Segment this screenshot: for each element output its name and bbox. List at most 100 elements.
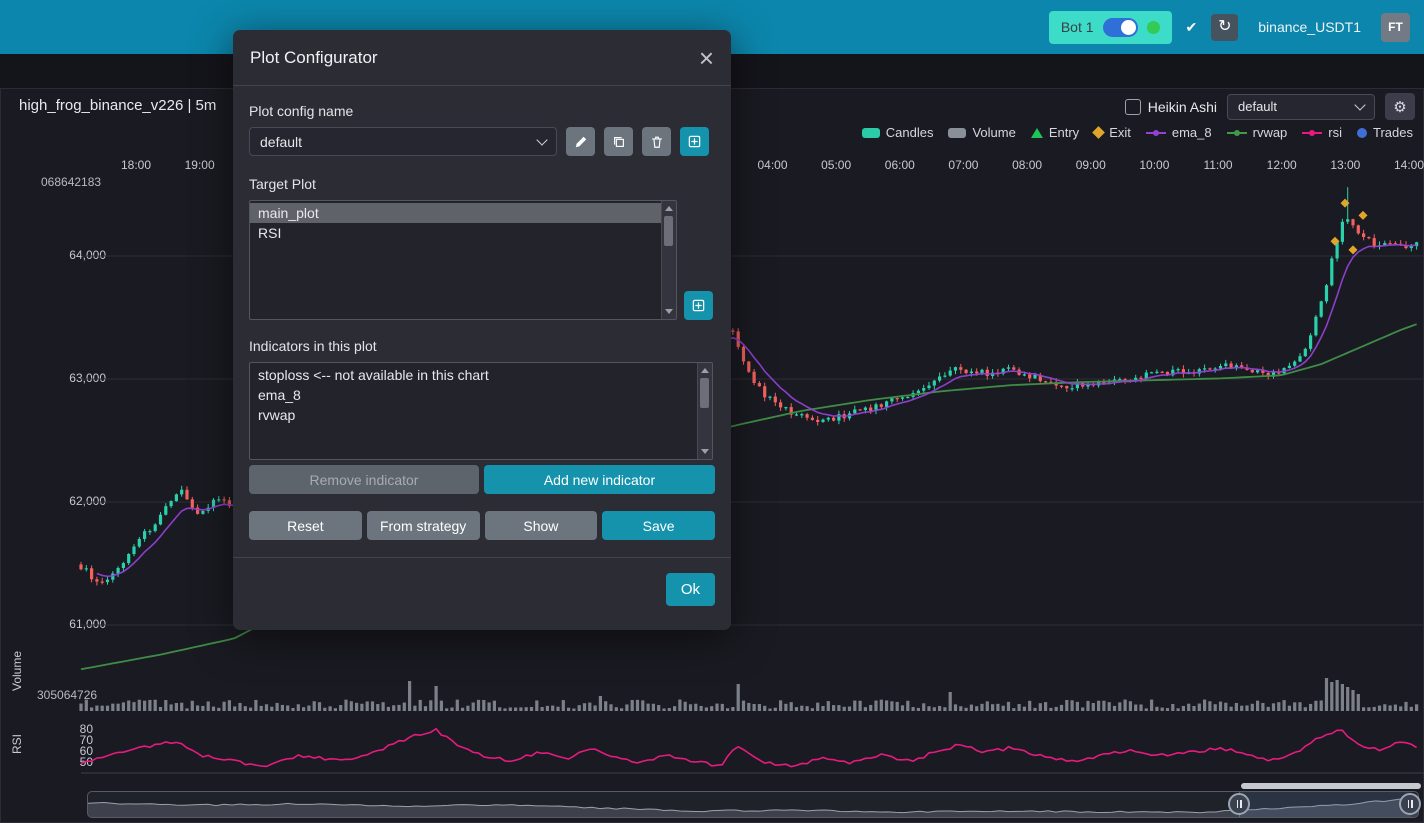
scroll-down-icon[interactable] [665,309,673,314]
plot-config-select-value: default [1238,99,1277,114]
gear-icon: ⚙ [1393,99,1406,116]
add-plot-button[interactable] [684,291,713,320]
chart-legend: Candles Volume Entry Exit ema_8 rvwap rsi Trade… [862,125,1413,140]
chart-controls: Heikin Ashi default ⚙ [1125,93,1415,120]
scroll-thumb[interactable] [664,216,673,246]
modal-header: Plot Configurator × [233,30,731,86]
heikin-ashi-control: Heikin Ashi [1125,99,1217,115]
duplicate-config-button[interactable] [604,127,633,156]
legend-label: Candles [886,125,934,140]
dot-marker-icon [1357,128,1367,138]
indicator-item[interactable]: ema_8 [250,385,698,405]
delete-config-button[interactable] [642,127,671,156]
modal-title: Plot Configurator [250,48,378,68]
bot-account-label: binance_USDT1 [1258,19,1361,35]
legend-item-entry[interactable]: Entry [1031,125,1079,140]
app-root: Bot 1 ✔ ↻ binance_USDT1 FT high_frog_bin… [0,0,1424,823]
legend-label: rvwap [1253,125,1288,140]
indicator-actions: Remove indicator Add new indicator [249,465,715,494]
bot-toggle[interactable] [1103,18,1138,37]
indicator-item[interactable]: stoploss <-- not available in this chart [250,365,698,385]
legend-label: Exit [1109,125,1131,140]
check-icon: ✔ [1186,19,1198,36]
plot-config-select[interactable]: default [1227,94,1375,120]
legend-label: ema_8 [1172,125,1212,140]
diamond-marker-icon [1092,126,1105,139]
plot-config-name-label: Plot config name [249,103,715,119]
scroll-up-icon[interactable] [701,368,709,373]
refresh-icon: ↻ [1218,19,1231,35]
plot-configurator-modal: Plot Configurator × Plot config name def… [233,30,731,630]
legend-item-trades[interactable]: Trades [1357,125,1413,140]
datazoom-sparkline [88,792,1418,817]
plot-settings-button[interactable]: ⚙ [1385,93,1415,120]
target-plot-item[interactable]: main_plot [250,203,662,223]
legend-item-exit[interactable]: Exit [1094,125,1131,140]
chevron-down-icon [1354,99,1365,110]
scroll-down-icon[interactable] [701,449,709,454]
plus-square-icon [687,134,702,149]
legend-item-volume[interactable]: Volume [948,125,1015,140]
ft-logo-button[interactable]: FT [1381,13,1410,42]
legend-item-ema_8[interactable]: ema_8 [1146,125,1212,140]
bot-name-label: Bot 1 [1061,19,1094,35]
legend-label: Entry [1049,125,1079,140]
heikin-ashi-label: Heikin Ashi [1148,99,1217,115]
heikin-ashi-checkbox[interactable] [1125,99,1141,115]
from-strategy-button[interactable]: From strategy [367,511,480,540]
legend-item-rsi[interactable]: rsi [1302,125,1342,140]
chevron-down-icon [536,134,547,145]
trash-icon [650,135,664,149]
add-indicator-button[interactable]: Add new indicator [484,465,715,494]
target-plot-item[interactable]: RSI [250,223,662,243]
linedot-marker-icon [1302,128,1322,138]
legend-label: Volume [972,125,1015,140]
horizontal-scrollbar-thumb[interactable] [1241,783,1421,789]
scroll-up-icon[interactable] [665,206,673,211]
ok-button[interactable]: Ok [666,573,715,606]
pencil-icon [574,135,588,149]
plus-square-icon [691,298,706,313]
rect-marker-icon [948,128,966,138]
reset-button[interactable]: Reset [249,511,362,540]
target-plot-row: main_plotRSI [249,200,715,320]
scroll-thumb[interactable] [700,378,709,408]
legend-item-rvwap[interactable]: rvwap [1227,125,1288,140]
save-button[interactable]: Save [602,511,715,540]
datazoom-navigator[interactable] [87,791,1419,818]
target-plot-scrollbar[interactable] [661,201,676,319]
rect-marker-icon [862,128,880,138]
rename-config-button[interactable] [566,127,595,156]
refresh-button[interactable]: ↻ [1211,14,1238,41]
plot-config-name-value: default [260,134,302,150]
linedot-marker-icon [1146,128,1166,138]
legend-label: rsi [1328,125,1342,140]
linedot-marker-icon [1227,128,1247,138]
legend-item-candles[interactable]: Candles [862,125,934,140]
target-plot-label: Target Plot [249,176,715,192]
modal-body: Plot config name default [233,103,731,540]
legend-label: Trades [1373,125,1413,140]
chart-title: high_frog_binance_v226 | 5m [19,97,216,114]
modal-close-button[interactable]: × [699,45,714,71]
plot-config-name-select[interactable]: default [249,127,557,156]
indicators-label: Indicators in this plot [249,338,715,354]
datazoom-right-handle[interactable] [1399,793,1421,815]
bot-online-dot [1147,21,1160,34]
add-config-button[interactable] [680,127,709,156]
indicator-list-scrollbar[interactable] [697,363,712,459]
toggle-knob [1121,20,1136,35]
bot-selector[interactable]: Bot 1 [1049,11,1172,44]
datazoom-left-handle[interactable] [1228,793,1250,815]
indicator-item[interactable]: rvwap [250,405,698,425]
show-button[interactable]: Show [485,511,598,540]
remove-indicator-button[interactable]: Remove indicator [249,465,479,494]
modal-footer: Ok [233,557,731,606]
target-plot-list[interactable]: main_plotRSI [249,200,677,320]
tri-marker-icon [1031,128,1043,138]
indicator-list[interactable]: stoploss <-- not available in this chart… [249,362,713,460]
datazoom-selection[interactable] [1239,792,1411,817]
copy-icon [612,135,626,149]
config-actions: Reset From strategy Show Save [249,511,715,540]
config-row: default [249,127,715,156]
